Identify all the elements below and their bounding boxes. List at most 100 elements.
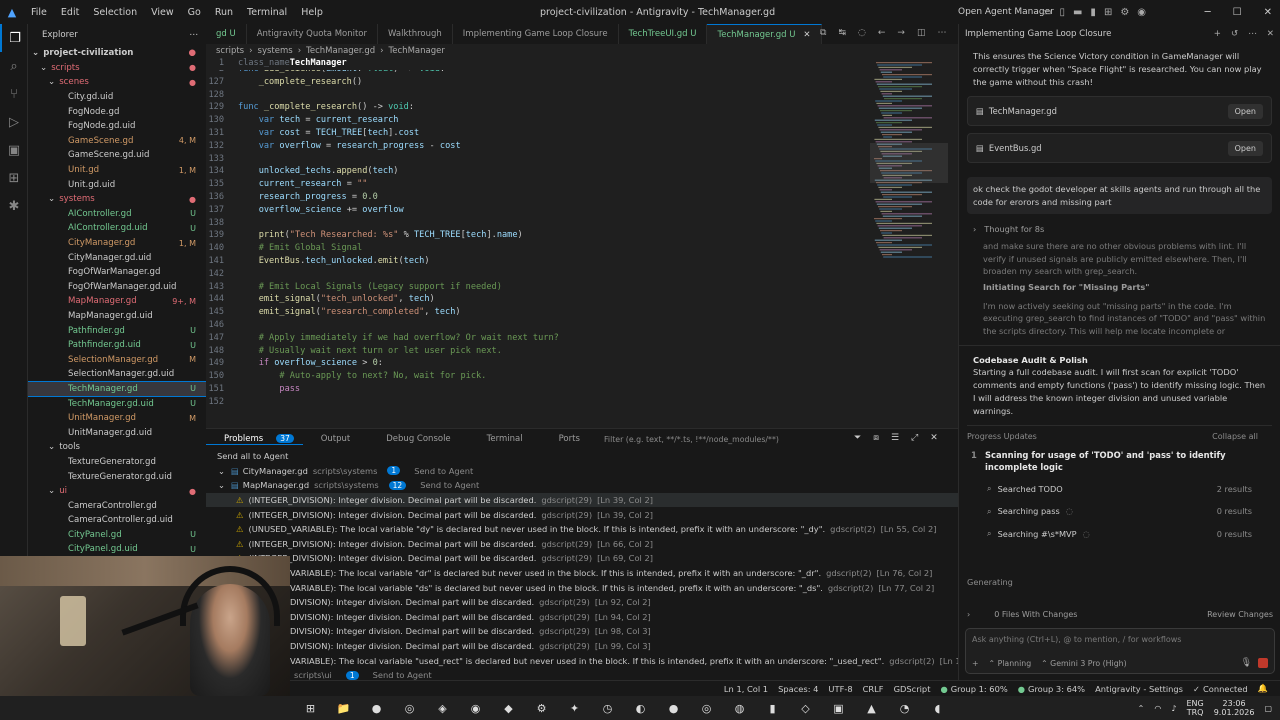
file-item[interactable]: FogOfWarManager.gd (28, 265, 206, 280)
chat-input-box[interactable]: Ask anything (Ctrl+L), @ to mention, / f… (965, 628, 1275, 674)
taskbar-chrome-icon[interactable]: ◎ (690, 696, 723, 720)
agent-close-icon[interactable]: ✕ (1267, 29, 1274, 39)
attach-icon[interactable]: + (972, 659, 979, 668)
folder-item[interactable]: ⌄ tools (28, 440, 206, 455)
tray-arrow-icon[interactable]: ⌃ (1138, 704, 1145, 713)
menu-terminal[interactable]: Terminal (240, 7, 294, 18)
menu-go[interactable]: Go (181, 7, 208, 18)
taskbar-discord-icon[interactable]: ◍ (723, 696, 756, 720)
file-item[interactable]: GameScene.gd 4, M (28, 134, 206, 149)
problem-row[interactable]: DIVISION): Integer division. Decimal par… (206, 610, 958, 625)
status-item[interactable]: ● Group 3: 64% (1018, 684, 1085, 694)
folder-item[interactable]: ⌄ scenes ● (28, 75, 206, 90)
file-item[interactable]: FogNode.gd (28, 104, 206, 119)
back-icon[interactable]: ← (878, 28, 886, 38)
code-lines[interactable]: 2func add_science(amount: float) -> void… (206, 64, 866, 410)
chat-input[interactable]: Ask anything (Ctrl+L), @ to mention, / f… (966, 629, 1274, 650)
status-item[interactable]: Spaces: 4 (778, 684, 818, 694)
editor-tab[interactable]: Walkthrough (378, 24, 453, 44)
close-icon[interactable]: ✕ (1264, 7, 1272, 18)
problem-row[interactable]: DIVISION): Integer division. Decimal par… (206, 595, 958, 610)
account-icon[interactable]: ◉ (1137, 7, 1146, 18)
send-to-agent-button[interactable]: Send to Agent (414, 466, 473, 476)
split-editor-icon[interactable]: ◫ (917, 28, 926, 38)
model-selector[interactable]: ⌃ Gemini 3 Pro (High) (1041, 659, 1127, 668)
filter-input[interactable]: Filter (e.g. text, **/*.ts, !**/node_mod… (604, 435, 779, 444)
layout-icon[interactable]: ▭ (1042, 7, 1051, 18)
open-changes-icon[interactable]: ↹ (838, 28, 846, 38)
file-item[interactable]: City.gd.uid (28, 90, 206, 105)
microphone-icon[interactable]: 🎙 (1241, 658, 1252, 668)
file-item[interactable]: CityPanel.gd.uid U (28, 542, 206, 557)
sidebar-toggle-icon[interactable]: ▯ (1059, 7, 1065, 18)
file-item[interactable]: CameraController.gd.uid (28, 513, 206, 528)
status-item[interactable]: ✓ Connected (1193, 684, 1248, 694)
status-item[interactable]: Antigravity - Settings (1095, 684, 1183, 694)
minimize-icon[interactable]: ─ (1205, 7, 1211, 18)
file-item[interactable]: MapManager.gd.uid (28, 309, 206, 324)
collapse-all-button[interactable]: Collapse all (1212, 432, 1258, 441)
file-item[interactable]: TextureGenerator.gd.uid (28, 469, 206, 484)
file-item[interactable]: TechManager.gd U (28, 380, 206, 398)
language-indicator[interactable]: ENG (1186, 699, 1203, 708)
file-item[interactable]: Pathfinder.gd.uid U (28, 338, 206, 353)
notifications-icon[interactable]: ▢ (1264, 704, 1272, 713)
problem-row[interactable]: ⚠ (INTEGER_DIVISION): Integer division. D… (206, 492, 958, 508)
file-item[interactable]: FogOfWarManager.gd.uid (28, 280, 206, 295)
menu-run[interactable]: Run (208, 7, 240, 18)
editor-tab[interactable]: Implementing Game Loop Closure (453, 24, 619, 44)
send-to-agent-button[interactable]: Send to Agent (420, 480, 479, 490)
taskbar-clock-app-icon[interactable]: ◷ (591, 696, 624, 720)
panel-tab-ports[interactable]: Ports (541, 434, 598, 444)
more-actions-icon[interactable]: ⋯ (189, 30, 198, 40)
taskbar-browser-icon[interactable]: ◉ (459, 696, 492, 720)
clock-time[interactable]: 23:06 (1214, 699, 1255, 708)
problem-row[interactable]: DIVISION): Integer division. Decimal par… (206, 639, 958, 654)
menu-help[interactable]: Help (294, 7, 330, 18)
file-item[interactable]: TechManager.gd.uid U (28, 396, 206, 411)
collapse-icon[interactable]: ⧈ (873, 433, 879, 443)
review-changes-button[interactable]: Review Changes (1207, 610, 1273, 619)
remote-explorer-icon[interactable]: ▣ (0, 136, 28, 164)
problem-row[interactable]: ⚠ (UNUSED_VARIABLE): The local variable "… (206, 522, 958, 537)
filter-icon[interactable]: ⏷ (854, 433, 861, 443)
taskbar-app-icon[interactable]: ◖ (921, 696, 954, 720)
explorer-icon[interactable]: ❐ (0, 24, 28, 52)
new-chat-icon[interactable]: + (1214, 29, 1221, 39)
file-item[interactable]: CityPanel.gd U (28, 528, 206, 543)
status-item[interactable]: ● Group 1: 60% (940, 684, 1007, 694)
project-root[interactable]: ⌄ project-civilization ● (28, 46, 206, 61)
file-item[interactable]: UnitManager.gd M (28, 411, 206, 426)
maximize-icon[interactable]: ☐ (1233, 7, 1242, 18)
file-item[interactable]: AIController.gd.uid U (28, 221, 206, 236)
panel-tab-problems[interactable]: Problems 37 (206, 433, 303, 445)
editor-tab[interactable]: gd U (206, 24, 247, 44)
footer-send-button[interactable]: Send to Agent (373, 670, 432, 680)
editor-tab[interactable]: TechManager.gd U ✕ (707, 24, 822, 44)
breadcrumb-item[interactable]: systems (258, 46, 293, 56)
taskbar-vscode-icon[interactable]: ◇ (789, 696, 822, 720)
agent-icon[interactable]: ✱ (0, 192, 28, 220)
secondary-sidebar-icon[interactable]: ▮ (1090, 7, 1096, 18)
problem-row[interactable]: ⚠ (INTEGER_DIVISION): Integer division. D… (206, 537, 958, 552)
problem-file-group[interactable]: ⌄ ▤ CityManager.gd scripts\systems 1 Send to … (206, 464, 958, 479)
maximize-panel-icon[interactable]: ⤢ (911, 433, 918, 443)
file-item[interactable]: CityManager.gd 1, M (28, 236, 206, 251)
changed-file-card[interactable]: ▤ TechManager.gd Open (967, 96, 1272, 126)
status-item[interactable]: GDScript (894, 684, 931, 694)
git-icon[interactable]: ◌ (858, 28, 866, 38)
taskbar-antigravity-icon[interactable]: ▲ (855, 696, 888, 720)
problems-filter[interactable]: Filter (e.g. text, **/*.ts, !**/node_mod… (604, 433, 860, 446)
settings-gear-icon[interactable]: ⚙ (1120, 7, 1129, 18)
search-icon[interactable]: ⌕ (0, 52, 28, 80)
taskbar-obs-icon[interactable]: ◎ (393, 696, 426, 720)
taskbar-spotify-icon[interactable]: ● (657, 696, 690, 720)
breadcrumb-item[interactable]: TechManager.gd (306, 46, 375, 56)
taskbar-file-explorer-icon[interactable]: 📁 (327, 696, 360, 720)
changed-file-card[interactable]: ▤ EventBus.gd Open (967, 133, 1272, 163)
thought-toggle[interactable]: › Thought for 8s (973, 224, 1266, 238)
stop-button[interactable] (1258, 658, 1268, 668)
clock-date[interactable]: 9.01.2026 (1214, 708, 1255, 717)
file-item[interactable]: FogNode.gd.uid (28, 119, 206, 134)
history-icon[interactable]: ↺ (1231, 29, 1238, 39)
